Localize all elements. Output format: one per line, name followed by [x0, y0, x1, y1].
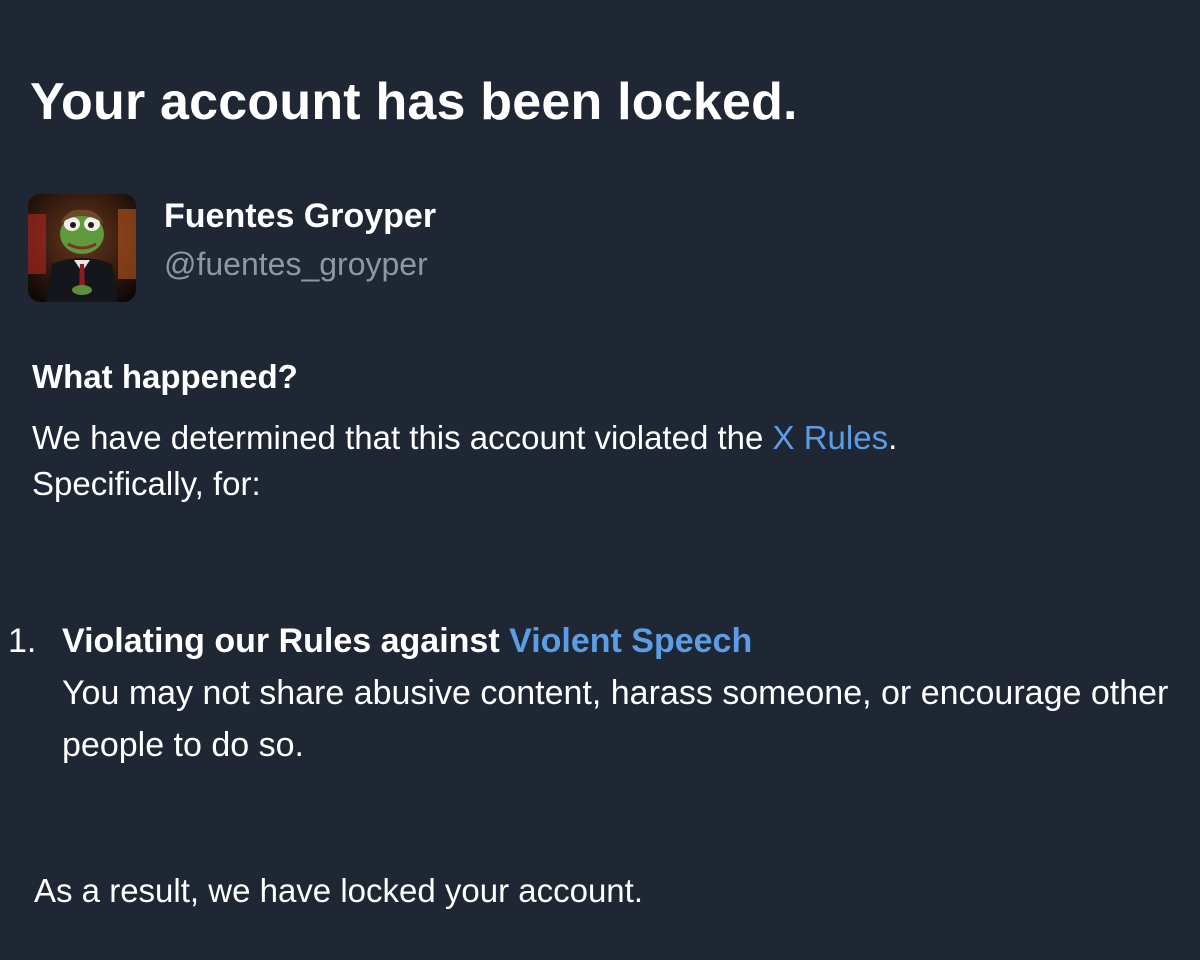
- specifically-text: Specifically, for:: [32, 465, 261, 502]
- account-handle: @fuentes_groyper: [164, 246, 428, 282]
- page-title: Your account has been locked.: [30, 73, 798, 131]
- what-happened-heading: What happened?: [32, 358, 298, 395]
- violent-speech-link[interactable]: Violent Speech: [509, 622, 752, 660]
- x-rules-link[interactable]: X Rules: [773, 419, 889, 456]
- avatar-image-icon: [28, 194, 136, 302]
- violation-title: Violating our Rules against Violent Spee…: [62, 615, 1188, 667]
- violation-description: You may not share abusive content, haras…: [62, 674, 1169, 764]
- explanation-period: .: [888, 419, 898, 456]
- display-name: Fuentes Groyper: [164, 197, 437, 235]
- violation-list-item: 1. Violating our Rules against Violent S…: [8, 615, 1188, 771]
- violation-number: 1.: [8, 622, 37, 660]
- violation-explanation: We have determined that this account vio…: [32, 415, 1182, 507]
- result-text: As a result, we have locked your account…: [34, 872, 643, 909]
- account-card: Fuentes Groyper @fuentes_groyper: [28, 194, 436, 302]
- violation-title-text: Violating our Rules against: [62, 622, 510, 660]
- explanation-text: We have determined that this account vio…: [32, 419, 773, 456]
- avatar: [28, 194, 136, 302]
